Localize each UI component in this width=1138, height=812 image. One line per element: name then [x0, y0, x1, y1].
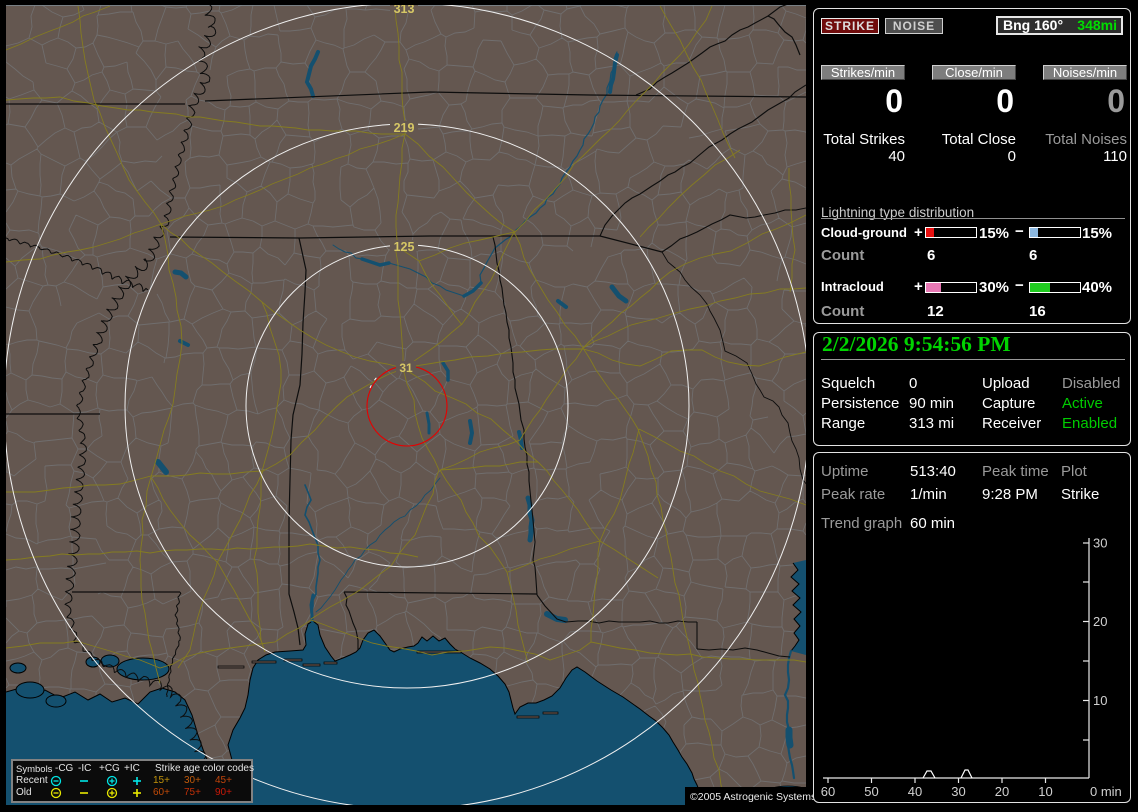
svg-text:313: 313	[394, 5, 415, 16]
svg-text:60: 60	[821, 784, 835, 799]
svg-text:10: 10	[1038, 784, 1052, 799]
svg-text:20: 20	[995, 784, 1009, 799]
svg-text:50: 50	[864, 784, 878, 799]
svg-text:0 min: 0 min	[1090, 784, 1122, 799]
svg-text:125: 125	[394, 240, 415, 254]
svg-text:30: 30	[951, 784, 965, 799]
svg-text:40: 40	[908, 784, 922, 799]
svg-text:31: 31	[399, 361, 413, 375]
svg-text:219: 219	[394, 121, 415, 135]
svg-text:10: 10	[1093, 693, 1107, 708]
svg-text:20: 20	[1093, 614, 1107, 629]
svg-text:30: 30	[1093, 536, 1107, 551]
